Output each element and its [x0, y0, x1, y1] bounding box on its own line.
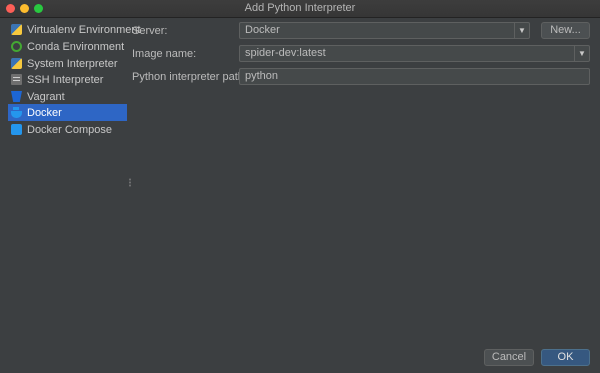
image-name-combobox[interactable]: spider-dev:latest ▼ — [239, 45, 590, 62]
sidebar-item-label: Docker Compose — [27, 123, 112, 136]
sidebar-item-system-interpreter[interactable]: System Interpreter — [8, 55, 127, 72]
server-combobox[interactable]: Docker ▼ — [239, 22, 530, 39]
sidebar-item-label: System Interpreter — [27, 57, 118, 70]
python-icon — [11, 58, 22, 69]
sidebar-item-vagrant[interactable]: Vagrant — [8, 88, 127, 105]
python-icon — [11, 24, 22, 35]
sidebar-item-label: SSH Interpreter — [27, 73, 104, 86]
image-name-value: spider-dev:latest — [245, 47, 326, 59]
window-title: Add Python Interpreter — [244, 2, 356, 14]
vagrant-icon — [11, 91, 22, 102]
ok-button[interactable]: OK — [541, 349, 590, 366]
image-name-label: Image name: — [132, 48, 197, 60]
docker-icon — [11, 107, 22, 118]
interpreter-type-list: Virtualenv Environment Conda Environment… — [0, 18, 141, 373]
sidebar-item-conda[interactable]: Conda Environment — [8, 38, 127, 55]
server-value: Docker — [245, 24, 280, 36]
sidebar-item-label: Vagrant — [27, 90, 65, 103]
python-path-label: Python interpreter path: — [132, 71, 247, 83]
chevron-down-icon[interactable]: ▼ — [574, 46, 589, 61]
new-server-button[interactable]: New... — [541, 22, 590, 39]
python-path-input[interactable]: python — [239, 68, 590, 85]
sidebar-item-ssh[interactable]: SSH Interpreter — [8, 71, 127, 88]
docker-compose-icon — [11, 124, 22, 135]
sidebar-item-virtualenv[interactable]: Virtualenv Environment — [8, 21, 141, 38]
title-bar: Add Python Interpreter — [0, 0, 600, 18]
sidebar-item-label: Virtualenv Environment — [27, 23, 141, 36]
chevron-down-icon[interactable]: ▼ — [514, 23, 529, 38]
dialog-window: Add Python Interpreter Virtualenv Enviro… — [0, 0, 600, 373]
sidebar-item-label: Conda Environment — [27, 40, 125, 53]
conda-icon — [11, 41, 22, 52]
cancel-button[interactable]: Cancel — [484, 349, 534, 366]
splitter-handle[interactable] — [129, 178, 131, 187]
sidebar-item-docker[interactable]: Docker — [8, 104, 127, 121]
sidebar-item-docker-compose[interactable]: Docker Compose — [8, 121, 127, 138]
sidebar-item-label: Docker — [27, 106, 62, 119]
server-label: Server: — [132, 25, 168, 37]
ssh-icon — [11, 74, 22, 85]
